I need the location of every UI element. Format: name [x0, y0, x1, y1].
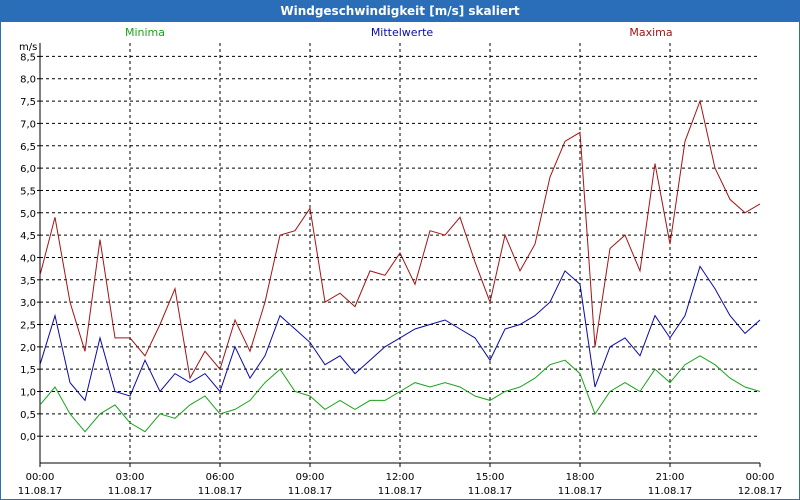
y-tick-label: 4,5 [20, 231, 36, 242]
y-tick-label: 2,0 [20, 343, 36, 354]
y-tick-label: 0,5 [20, 410, 36, 421]
y-tick-label: 5,5 [20, 186, 36, 197]
x-tick-date: 11.08.17 [558, 486, 603, 497]
x-tick-time: 00:00 [26, 472, 55, 483]
legend-mittelwerte: Mittelwerte [371, 26, 434, 39]
y-tick-label: 8,5 [20, 52, 36, 63]
y-tick-label: 7,0 [20, 119, 36, 130]
x-tick-date: 11.08.17 [648, 486, 693, 497]
legend-minima: Minima [125, 26, 165, 39]
y-tick-label: 2,5 [20, 320, 36, 331]
y-tick-label: 0,0 [20, 432, 36, 443]
y-tick-label: 6,5 [20, 142, 36, 153]
x-tick-date: 11.08.17 [198, 486, 243, 497]
y-tick-label: 1,0 [20, 388, 36, 399]
x-tick-date: 11.08.17 [378, 486, 423, 497]
x-tick-time: 03:00 [116, 472, 145, 483]
y-tick-label: 5,0 [20, 209, 36, 220]
x-tick-time: 21:00 [656, 472, 685, 483]
x-tick-time: 18:00 [566, 472, 595, 483]
y-tick-label: 3,5 [20, 276, 36, 287]
x-tick-time: 06:00 [206, 472, 235, 483]
y-tick-label: 7,5 [20, 97, 36, 108]
x-tick-time: 09:00 [296, 472, 325, 483]
y-tick-label: 1,5 [20, 365, 36, 376]
y-tick-label: 8,0 [20, 75, 36, 86]
y-tick-label: 4,0 [20, 253, 36, 264]
series-line-maxima [39, 99, 761, 380]
tick-labels: 0,0 0,5 1,0 1,5 2,0 2,5 3,0 3,5 4,0 4,5 5,0 5,5 6,0 6… [18, 52, 783, 497]
x-tick-time: 00:00 [746, 472, 775, 483]
x-tick-date: 11.08.17 [288, 486, 333, 497]
wind-speed-chart: 0,0 0,5 1,0 1,5 2,0 2,5 3,0 3,5 4,0 4,5 5,0 5,5 6,0 6… [18, 26, 783, 497]
x-tick-date: 11.08.17 [108, 486, 153, 497]
y-axis-unit-label: m/s [19, 42, 37, 53]
x-tick-time: 12:00 [386, 472, 415, 483]
x-tick-date: 12.08.17 [738, 486, 783, 497]
y-tick-label: 3,0 [20, 298, 36, 309]
x-tick-date: 11.08.17 [468, 486, 513, 497]
legend-maxima: Maxima [629, 26, 672, 39]
x-tick-date: 11.08.17 [18, 486, 63, 497]
x-tick-time: 15:00 [476, 472, 505, 483]
y-tick-label: 6,0 [20, 164, 36, 175]
